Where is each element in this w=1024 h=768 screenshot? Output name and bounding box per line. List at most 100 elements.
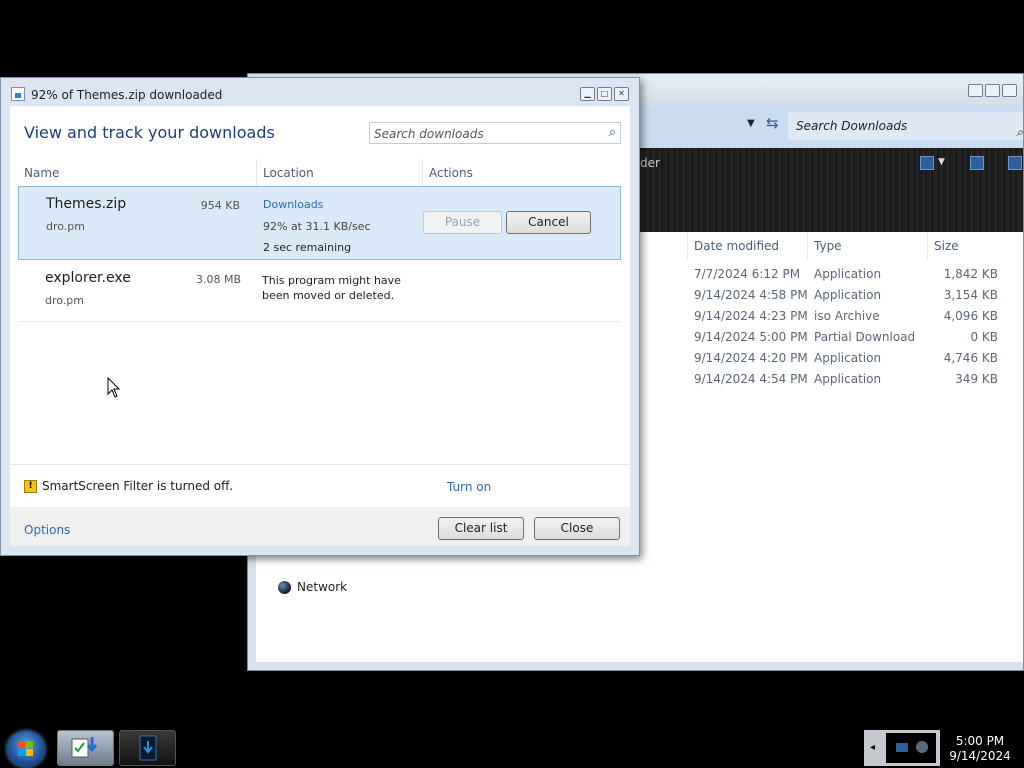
explorer-search-box[interactable]: Search Downloads ⌕	[788, 112, 1023, 140]
file-date: 9/14/2024 4:20 PM	[694, 351, 808, 365]
view-options-icon[interactable]	[920, 156, 934, 170]
file-size: 349 KB	[955, 372, 998, 386]
column-divider	[422, 159, 423, 187]
smartscreen-text: SmartScreen Filter is turned off.	[42, 479, 234, 493]
download-item[interactable]: Themes.zip 954 KB dro.pm Downloads 92% a…	[18, 186, 621, 260]
minimize-button[interactable]: ▁	[580, 87, 595, 101]
file-date: 7/7/2024 6:12 PM	[694, 267, 801, 281]
taskbar-explorer[interactable]	[119, 730, 176, 766]
explorer-search-placeholder: Search Downloads	[796, 119, 908, 133]
file-type: Application	[814, 372, 882, 386]
preview-pane-icon[interactable]	[970, 156, 984, 170]
dialog-footer: Options Clear list Close	[10, 507, 630, 546]
file-type: iso Archive	[814, 309, 880, 323]
file-type: Application	[814, 267, 882, 281]
close-icon[interactable]: ✕	[614, 87, 629, 101]
download-search-box: ⌕	[369, 122, 621, 145]
dialog-window-controls: ▁ □ ✕	[580, 87, 629, 101]
toolbar-new-folder-button[interactable]: der	[640, 156, 660, 170]
address-dropdown-icon[interactable]: ▼	[747, 118, 755, 129]
file-size: 4,096 KB	[943, 309, 998, 323]
dialog-body: View and track your downloads ⌕ Name Loc…	[10, 106, 630, 546]
column-type[interactable]: Type	[807, 232, 927, 260]
dialog-title: 92% of Themes.zip downloaded	[31, 88, 223, 102]
explorer-maximize-button[interactable]	[985, 84, 1000, 97]
nav-network[interactable]: Network	[278, 580, 347, 594]
file-row[interactable]: 9/14/2024 4:23 PM iso Archive 4,096 KB	[641, 306, 1024, 327]
download-name: Themes.zip	[46, 196, 127, 212]
file-row[interactable]: 7/7/2024 6:12 PM Application 1,842 KB	[641, 264, 1024, 285]
file-type: Partial Download	[814, 330, 916, 344]
network-icon	[278, 580, 291, 594]
clear-list-button[interactable]: Clear list	[438, 517, 524, 540]
taskbar: ◂ 5:00 PM 9/14/2024	[0, 728, 1024, 768]
download-manager-icon	[71, 737, 98, 758]
nav-network-label: Network	[297, 580, 348, 594]
taskbar-download-manager[interactable]	[57, 730, 114, 766]
column-divider	[256, 159, 257, 187]
file-row[interactable]: 9/14/2024 5:00 PM Partial Download 0 KB	[641, 327, 1024, 348]
download-remaining: 2 sec remaining	[263, 241, 352, 254]
smartscreen-status: ! SmartScreen Filter is turned off.	[24, 479, 233, 493]
download-name: explorer.exe	[45, 270, 131, 286]
volume-tray-icon[interactable]	[916, 741, 928, 753]
footer-divider	[10, 464, 630, 465]
cancel-button[interactable]: Cancel	[506, 211, 591, 234]
tray-icons	[886, 733, 936, 763]
maximize-button[interactable]: □	[597, 87, 612, 101]
dialog-titlebar[interactable]: 92% of Themes.zip downloaded ▁ □ ✕	[1, 78, 639, 106]
download-progress: 92% at 31.1 KB/sec	[263, 220, 371, 233]
page-title: View and track your downloads	[24, 123, 275, 142]
system-tray: ◂	[864, 730, 940, 766]
refresh-icon[interactable]: ⇆	[766, 114, 779, 132]
column-actions[interactable]: Actions	[429, 159, 473, 187]
network-tray-icon[interactable]	[896, 743, 908, 752]
explorer-toolbar: der ▼	[640, 148, 1023, 232]
file-type: Application	[814, 288, 882, 302]
explorer-close-button[interactable]	[1002, 84, 1017, 97]
file-size: 3,154 KB	[943, 288, 998, 302]
explorer-minimize-button[interactable]	[968, 84, 983, 97]
file-date: 9/14/2024 4:54 PM	[694, 372, 808, 386]
download-icon	[11, 87, 25, 101]
clock-time: 5:00 PM	[955, 734, 1005, 748]
pause-button[interactable]: Pause	[423, 211, 502, 234]
mouse-cursor-icon	[107, 377, 121, 398]
download-location-link[interactable]: Downloads	[263, 198, 323, 211]
file-size: 1,842 KB	[943, 267, 998, 281]
help-icon[interactable]	[1008, 156, 1022, 170]
file-size: 4,746 KB	[943, 351, 998, 365]
explorer-address-bar: ▼ ⇆ Search Downloads ⌕	[640, 106, 1023, 148]
file-size: 0 KB	[970, 330, 998, 344]
download-status-message: This program might have been moved or de…	[262, 274, 401, 302]
options-link[interactable]: Options	[24, 523, 70, 537]
shield-warning-icon: !	[24, 479, 37, 493]
search-icon[interactable]: ⌕	[1016, 118, 1023, 146]
search-input[interactable]	[370, 123, 601, 145]
search-icon[interactable]: ⌕	[609, 125, 616, 140]
clock-date: 9/14/2024	[949, 749, 1011, 763]
file-row[interactable]: 9/14/2024 4:20 PM Application 4,746 KB	[641, 348, 1024, 369]
file-row[interactable]: 9/14/2024 4:58 PM Application 3,154 KB	[641, 285, 1024, 306]
column-size[interactable]: Size	[927, 232, 1007, 260]
download-source: dro.pm	[46, 220, 85, 233]
show-hidden-icons-icon[interactable]: ◂	[870, 742, 875, 753]
file-date: 9/14/2024 5:00 PM	[694, 330, 808, 344]
column-date-modified[interactable]: Date modified	[687, 232, 807, 260]
start-button[interactable]	[7, 731, 45, 767]
file-type: Application	[814, 351, 882, 365]
file-date: 9/14/2024 4:58 PM	[694, 288, 808, 302]
column-location[interactable]: Location	[263, 159, 314, 187]
download-manager-dialog: 92% of Themes.zip downloaded ▁ □ ✕ View …	[0, 77, 640, 556]
taskbar-clock[interactable]: 5:00 PM 9/14/2024	[940, 734, 1020, 764]
turn-on-link[interactable]: Turn on	[447, 480, 491, 494]
download-size: 3.08 MB	[195, 273, 241, 286]
file-date: 9/14/2024 4:23 PM	[694, 309, 808, 323]
download-item[interactable]: explorer.exe 3.08 MB dro.pm This program…	[18, 261, 621, 322]
explorer-window-controls	[968, 84, 1017, 97]
column-name[interactable]: Name	[24, 159, 59, 187]
file-row[interactable]: 9/14/2024 4:54 PM Application 349 KB	[641, 369, 1024, 390]
download-source: dro.pm	[45, 294, 84, 307]
view-dropdown-icon[interactable]: ▼	[938, 157, 945, 167]
close-button[interactable]: Close	[534, 517, 620, 540]
